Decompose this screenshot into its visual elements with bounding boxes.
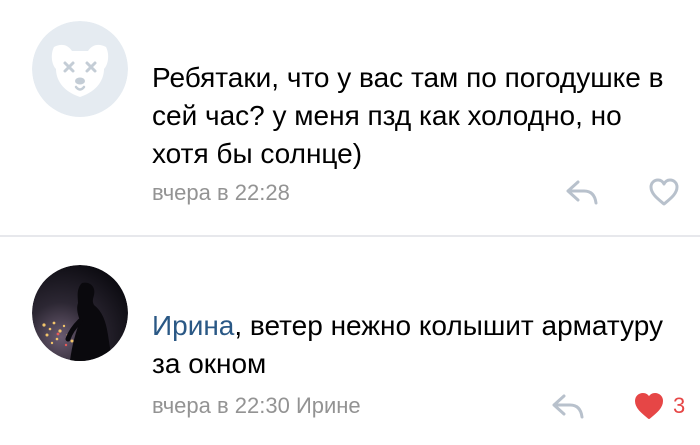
avatar[interactable] (32, 265, 128, 361)
like-button[interactable] (648, 177, 688, 207)
reply-to-name-link[interactable]: Ирина (152, 310, 234, 341)
heart-icon (649, 178, 679, 206)
like-button[interactable]: 3 (633, 391, 685, 421)
comment-timestamp[interactable]: вчера в 22:28 (152, 180, 290, 206)
reply-arrow-icon (552, 394, 584, 419)
like-count: 3 (673, 393, 686, 418)
night-city-photo-avatar (32, 265, 128, 361)
comment-text-body: Ребятаки, что у вас там по погодушке в с… (152, 62, 664, 169)
deactivated-user-dog-icon (32, 21, 128, 117)
reply-button[interactable] (550, 391, 586, 421)
reply-arrow-icon (566, 180, 598, 205)
avatar[interactable] (32, 21, 128, 117)
comment-item: Ребятаки, что у вас там по погодушке в с… (0, 0, 700, 236)
comment-timestamp[interactable]: вчера в 22:30 Ирине (152, 393, 361, 419)
comment-text: Ребятаки, что у вас там по погодушке в с… (152, 59, 672, 173)
comment-item: Ирина, ветер нежно колышит арматуру за о… (0, 237, 700, 445)
reply-button[interactable] (564, 177, 600, 207)
heart-filled-icon (635, 393, 663, 419)
comment-text: Ирина, ветер нежно колышит арматуру за о… (152, 307, 672, 383)
